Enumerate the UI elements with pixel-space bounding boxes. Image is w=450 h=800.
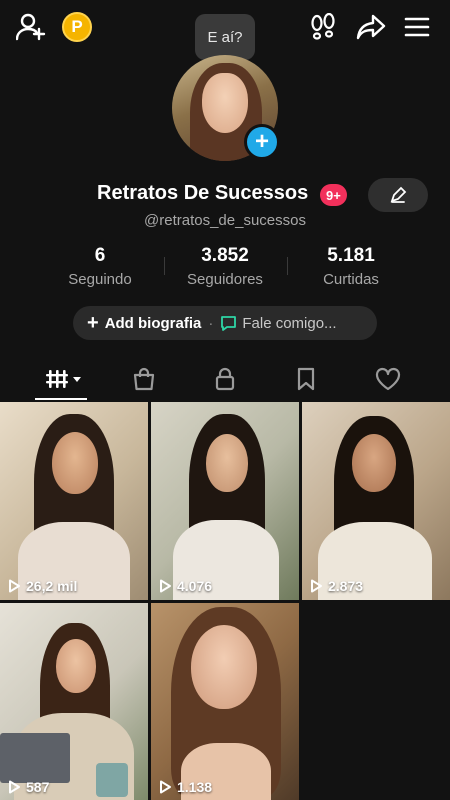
stat-followers-value: 3.852 [201,245,249,266]
footprints-icon[interactable] [306,10,340,44]
play-icon [160,780,171,794]
videos-grid-icon [46,370,81,388]
profile-tabs [0,360,450,400]
view-count: 1.138 [159,779,212,795]
share-icon[interactable] [354,10,388,44]
stat-likes-value: 5.181 [327,245,375,266]
contact-link[interactable]: Fale comigo... [242,315,336,332]
stat-followers-label: Seguidores [187,271,263,288]
view-count-text: 1.138 [177,779,213,795]
add-story-plus-icon[interactable]: + [244,124,280,160]
video-grid: 26,2 mil 4.076 2.873 587 1.138 [0,402,450,800]
play-icon [9,579,20,593]
video-thumbnail[interactable]: 26,2 mil [0,402,148,600]
play-icon [9,780,20,794]
view-count: 4.076 [159,578,212,594]
stat-likes-label: Curtidas [323,271,379,288]
video-thumbnail[interactable]: 587 [0,603,148,800]
stat-followers[interactable]: 3.852 Seguidores [170,245,280,288]
add-bio-plus-icon[interactable]: + [87,312,99,335]
lock-icon [215,367,235,391]
tab-liked[interactable] [368,360,408,398]
view-count: 26,2 mil [8,578,77,594]
stat-following[interactable]: 6 Seguindo [45,245,155,288]
stat-following-label: Seguindo [68,271,132,288]
shopping-bag-icon [133,367,155,391]
video-thumbnail[interactable]: 4.076 [151,402,299,600]
chat-icon [221,315,237,331]
video-thumbnail[interactable]: 1.138 [151,603,299,800]
heart-icon [375,367,401,391]
menu-icon[interactable] [400,10,434,44]
status-bubble[interactable]: E aí? [195,14,255,67]
stat-following-value: 6 [94,245,106,266]
view-count-text: 587 [26,779,50,795]
profile-stats: 6 Seguindo 3.852 Seguidores 5.181 Curtid… [0,245,450,295]
coin-icon[interactable]: P [62,12,92,42]
play-icon [311,579,322,593]
view-count-text: 2.873 [328,578,364,594]
tab-videos[interactable] [40,360,86,398]
bookmark-icon [297,367,315,391]
stat-divider [287,257,288,275]
tab-shop[interactable] [124,360,164,398]
play-icon [160,579,171,593]
bio-separator: · [208,314,214,332]
add-friend-icon[interactable] [14,10,48,44]
video-thumbnail[interactable]: 2.873 [302,402,450,600]
view-count-text: 4.076 [177,578,213,594]
notification-badge[interactable]: 9+ [320,184,347,206]
status-bubble-text: E aí? [207,28,243,46]
tab-saved[interactable] [286,360,326,398]
add-bio-button[interactable]: Add biografia [105,315,202,332]
edit-profile-button[interactable] [368,178,428,212]
active-tab-indicator [35,398,87,400]
pencil-icon [390,186,407,203]
stat-divider [164,257,165,275]
profile-name: Retratos De Sucessos [97,182,309,204]
stat-likes[interactable]: 5.181 Curtidas [296,245,406,288]
profile-handle: @retratos_de_sucessos [144,212,306,229]
view-count-text: 26,2 mil [26,578,78,594]
view-count: 587 [8,779,49,795]
bio-pill: + Add biografia · Fale comigo... [73,306,377,340]
tab-private[interactable] [205,360,245,398]
view-count: 2.873 [310,578,363,594]
